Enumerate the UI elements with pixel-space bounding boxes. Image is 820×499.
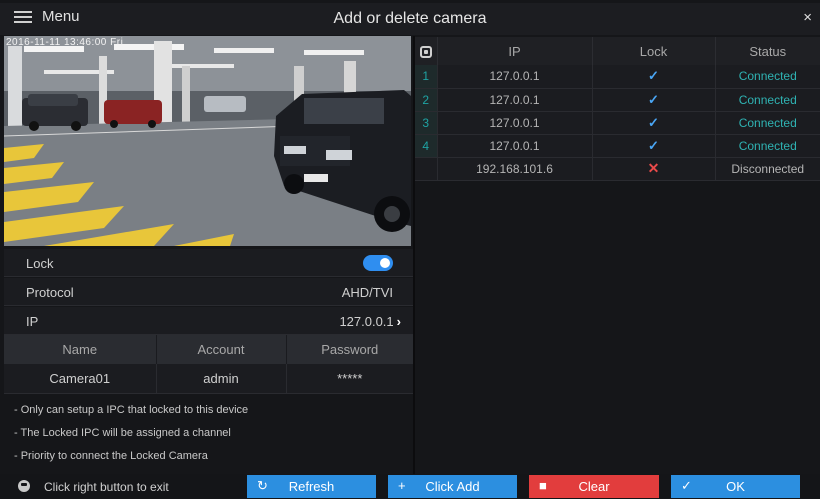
note-text: - The Locked IPC will be assigned a chan… (14, 427, 231, 439)
check-icon: ✓ (648, 91, 659, 107)
ip-label: IP (26, 314, 39, 329)
check-icon: ✓ (648, 68, 659, 84)
lock-label: Lock (26, 256, 54, 271)
table-row[interactable]: 1 127.0.0.1 ✓ Connected (415, 65, 820, 89)
select-all-icon (419, 46, 432, 59)
ok-button[interactable]: ✓ OK (671, 475, 800, 498)
cross-icon: ✕ (647, 160, 660, 176)
refresh-button[interactable]: ↻ Refresh (247, 475, 376, 498)
row-lock: ✓ (592, 65, 716, 89)
close-icon[interactable]: × (803, 9, 812, 26)
protocol-label: Protocol (26, 285, 74, 300)
credentials-row: Camera01 admin ***** (4, 364, 413, 394)
column-header-status: Status (715, 37, 820, 65)
note-text: - Priority to connect the Locked Camera (14, 450, 208, 462)
row-index: 2 (415, 88, 438, 112)
check-icon: ✓ (648, 114, 659, 130)
protocol-value[interactable]: AHD/TVI (342, 285, 393, 300)
row-ip: 127.0.0.1 (437, 111, 593, 135)
table-row[interactable]: 192.168.101.6 ✕ Disconnected (415, 157, 820, 181)
password-field[interactable]: ***** (286, 364, 413, 394)
row-index: 4 (415, 134, 438, 158)
row-index: 1 (415, 65, 438, 89)
preview-image (4, 36, 411, 246)
chevron-right-icon: › (396, 314, 401, 329)
table-row[interactable]: 2 127.0.0.1 ✓ Connected (415, 88, 820, 112)
bottom-bar: Click right button to exit ↻ Refresh + C… (0, 474, 820, 499)
add-label: Click Add (425, 479, 480, 494)
check-icon: ✓ (648, 137, 659, 153)
clear-button[interactable]: ■ Clear (529, 475, 659, 498)
app-window: Menu Add or delete camera × 2016-11-11 1… (0, 0, 820, 499)
refresh-label: Refresh (288, 479, 335, 494)
column-header: Name (4, 335, 157, 364)
table-row[interactable]: 4 127.0.0.1 ✓ Connected (415, 134, 820, 158)
row-status: Disconnected (715, 157, 820, 181)
camera-preview: 2016-11-11 13:46:00 Fri (4, 36, 411, 246)
camera-list-header-row: IP Lock Status (415, 37, 820, 65)
ip-value-wrap[interactable]: 127.0.0.1 › (339, 314, 401, 329)
note-text: - Only can setup a IPC that locked to th… (14, 404, 249, 416)
row-lock: ✓ (592, 88, 716, 112)
column-header: Password (286, 335, 413, 364)
exit-hint: Click right button to exit (44, 480, 169, 494)
row-lock: ✓ (592, 134, 716, 158)
ip-value: 127.0.0.1 (339, 314, 394, 329)
lock-toggle[interactable] (363, 255, 393, 271)
row-lock: ✓ (592, 111, 716, 135)
page-title: Add or delete camera (333, 10, 487, 27)
table-row[interactable]: 3 127.0.0.1 ✓ Connected (415, 111, 820, 135)
row-ip: 192.168.101.6 (437, 157, 593, 181)
clear-label: Clear (578, 479, 610, 494)
row-index (415, 157, 438, 181)
ip-row[interactable]: IP 127.0.0.1 › (4, 307, 413, 335)
select-all-header[interactable] (415, 37, 438, 65)
camera-list-table: IP Lock Status 1 127.0.0.1 ✓ Connected 2… (415, 37, 820, 181)
row-status: Connected (715, 65, 820, 89)
row-status: Connected (715, 88, 820, 112)
column-header-ip: IP (437, 37, 593, 65)
mouse-icon (18, 480, 30, 492)
row-lock: ✕ (592, 157, 716, 181)
row-status: Connected (715, 134, 820, 158)
column-header-lock: Lock (592, 37, 716, 65)
row-ip: 127.0.0.1 (437, 88, 593, 112)
row-status: Connected (715, 111, 820, 135)
toggle-knob (380, 258, 390, 268)
row-ip: 127.0.0.1 (437, 134, 593, 158)
account-field[interactable]: admin (156, 364, 287, 394)
lock-row: Lock (4, 249, 413, 277)
credentials-header-row: Name Account Password (4, 335, 413, 364)
credentials-table: Name Account Password Camera01 admin ***… (4, 335, 413, 394)
ok-label: OK (726, 479, 745, 494)
protocol-row[interactable]: Protocol AHD/TVI (4, 278, 413, 306)
name-field[interactable]: Camera01 (4, 364, 157, 394)
row-ip: 127.0.0.1 (437, 65, 593, 89)
title-bar: Menu Add or delete camera × (0, 3, 820, 35)
column-header: Account (156, 335, 287, 364)
osd-timestamp: 2016-11-11 13:46:00 Fri (6, 37, 124, 48)
add-button[interactable]: + Click Add (388, 475, 517, 498)
row-index: 3 (415, 111, 438, 135)
